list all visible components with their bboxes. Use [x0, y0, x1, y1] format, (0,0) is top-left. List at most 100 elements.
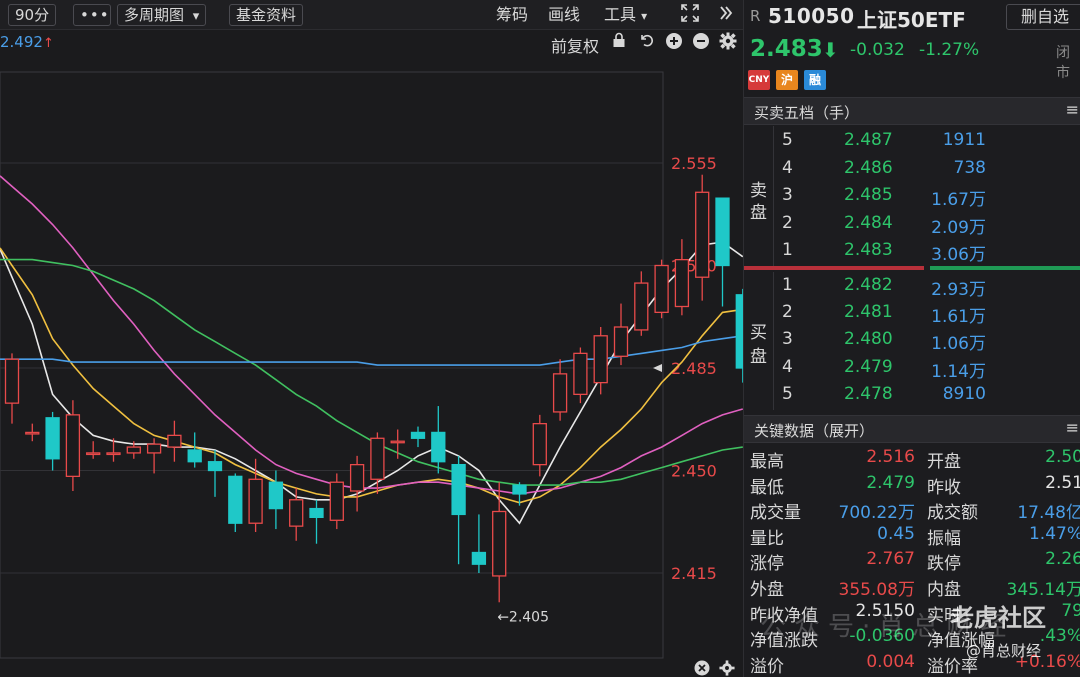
market-status: 闭市	[1056, 45, 1070, 81]
candle-body-down	[431, 431, 446, 463]
keydata-value: 2.26	[1045, 549, 1080, 570]
watermark-sub: @肖总财经	[966, 642, 1042, 660]
keydata-label: 振幅	[927, 528, 961, 549]
chevron-down-icon: ▾	[192, 9, 200, 24]
more-button[interactable]: •••	[73, 4, 111, 26]
close-icon[interactable]	[694, 660, 710, 677]
keydata-value: 2.50	[1045, 447, 1080, 467]
candle-body-down	[207, 461, 223, 472]
bid-volume: 8910	[942, 383, 986, 404]
settings-gear-icon[interactable]	[719, 660, 735, 677]
ask-row[interactable]: 4 2.486 738	[774, 156, 1074, 183]
ask-price: 2.485	[844, 185, 893, 205]
caret-down-icon: ▾	[641, 9, 648, 23]
keydata-title-bar[interactable]: 关键数据（展开） ≡	[744, 415, 1080, 443]
draw-line-button[interactable]: 画线	[548, 4, 580, 26]
bid-volume: 1.06万	[931, 334, 986, 355]
gear-icon[interactable]	[719, 32, 737, 54]
cny-badge: CNY	[748, 70, 770, 90]
adjust-mode-button[interactable]: 前复权	[551, 33, 599, 57]
keydata-label: 昨收	[927, 477, 961, 498]
bid-price: 2.480	[844, 329, 893, 350]
candle-body-up	[695, 191, 710, 278]
candle-body-up	[654, 264, 669, 314]
keydata-label: 溢价	[750, 656, 784, 677]
multi-period-button[interactable]: 多周期图 ▾	[117, 4, 207, 26]
candle-body-up	[370, 437, 385, 480]
ask-price: 2.484	[844, 212, 893, 233]
keydata-label: 外盘	[750, 580, 784, 600]
candle-body-up	[146, 443, 162, 454]
candle-body-up	[106, 452, 121, 456]
candle-body-up	[329, 481, 344, 521]
candles	[4, 174, 743, 603]
bid-price: 2.479	[844, 356, 893, 377]
chart-annotations: ←2.405	[497, 364, 662, 625]
period-button[interactable]: 90分	[8, 4, 57, 26]
expand-icon[interactable]	[680, 3, 700, 30]
tools-button[interactable]: 工具 ▾	[604, 4, 647, 26]
sh-badge: 沪	[776, 70, 798, 90]
fund-info-button[interactable]: 基金资料	[229, 4, 304, 26]
ask-level: 4	[782, 157, 793, 178]
orderbook-title-bar[interactable]: 买卖五档（手） ≡	[744, 97, 1080, 125]
bid-level: 1	[782, 275, 793, 295]
double-chevron-right-icon[interactable]	[718, 3, 734, 30]
keydata-value: 700.22万	[838, 503, 915, 524]
ask-level: 2	[782, 212, 793, 233]
candlestick-chart[interactable]: 2.5552.5202.4852.4502.415 ←2.405	[0, 58, 743, 663]
bid-divider	[930, 266, 1080, 270]
ask-row[interactable]: 3 2.485 1.67万	[774, 183, 1074, 210]
keydata-value: 2.479	[866, 472, 915, 493]
keydata-value: 2.51	[1045, 472, 1080, 493]
bid-volume: 1.61万	[931, 307, 986, 328]
ma60-line	[0, 335, 743, 366]
remove-watchlist-button[interactable]: 删自选	[1006, 4, 1080, 30]
candle-body-up	[289, 499, 304, 527]
candle-body-up	[65, 414, 81, 478]
tools-label: 工具	[604, 5, 637, 24]
bid-level: 2	[782, 302, 793, 323]
ma-readout: 2.492↑	[0, 33, 54, 51]
keydata-label: 成交量	[750, 503, 801, 524]
keydata-label: 涨停	[750, 554, 784, 575]
price-change: -0.032	[850, 40, 905, 60]
bid-row[interactable]: 4 2.479 1.14万	[774, 355, 1074, 382]
security-name: 上证50ETF	[857, 8, 966, 32]
chips-button[interactable]: 筹码	[496, 4, 528, 26]
candle-body-up	[349, 463, 365, 492]
candle-body-down	[268, 481, 284, 510]
bid-row[interactable]: 5 2.478 8910	[774, 382, 1074, 409]
menu-icon[interactable]: ≡	[1066, 100, 1079, 119]
keydata-menu-icon[interactable]: ≡	[1066, 418, 1079, 437]
multi-period-label: 多周期图	[124, 6, 185, 24]
quote-header: R 510050 上证50ETF 删自选	[744, 0, 1080, 34]
bid-row[interactable]: 1 2.482 2.93万	[774, 273, 1074, 300]
keydata-value: 79	[1061, 600, 1080, 621]
keydata-value: 17.48亿	[1017, 503, 1080, 524]
zoom-in-icon[interactable]	[665, 32, 683, 54]
zoom-out-icon[interactable]	[692, 32, 710, 54]
ask-row[interactable]: 1 2.483 3.06万	[774, 238, 1074, 265]
candle-body-up	[167, 434, 182, 448]
bid-row[interactable]: 2 2.481 1.61万	[774, 300, 1074, 327]
ask-volume: 1911	[942, 130, 986, 150]
bid-row[interactable]: 3 2.480 1.06万	[774, 327, 1074, 354]
lock-icon[interactable]	[612, 32, 626, 52]
ask-row[interactable]: 2 2.484 2.09万	[774, 211, 1074, 238]
plot-frame	[0, 71, 664, 659]
bid-price: 2.482	[844, 275, 893, 295]
ask-side-label: 卖 盘	[744, 126, 774, 266]
price-change-pct: -1.27%	[919, 40, 980, 60]
ask-row[interactable]: 5 2.487 1911	[774, 128, 1074, 155]
keydata-row: 涨停 2.767 跌停 2.26	[744, 548, 1080, 574]
candle-body-up	[492, 510, 507, 577]
candle-body-down	[471, 551, 487, 565]
undo-icon[interactable]	[638, 32, 654, 52]
price-axis-label: 2.450	[671, 462, 717, 481]
chart-toolbar: 90分 ••• 多周期图 ▾ 基金资料 筹码 画线 工具 ▾	[0, 0, 743, 30]
chart-grid	[0, 71, 664, 659]
bid-level: 3	[782, 329, 793, 350]
keydata-label: 开盘	[927, 452, 961, 472]
bid-price: 2.478	[844, 383, 893, 404]
